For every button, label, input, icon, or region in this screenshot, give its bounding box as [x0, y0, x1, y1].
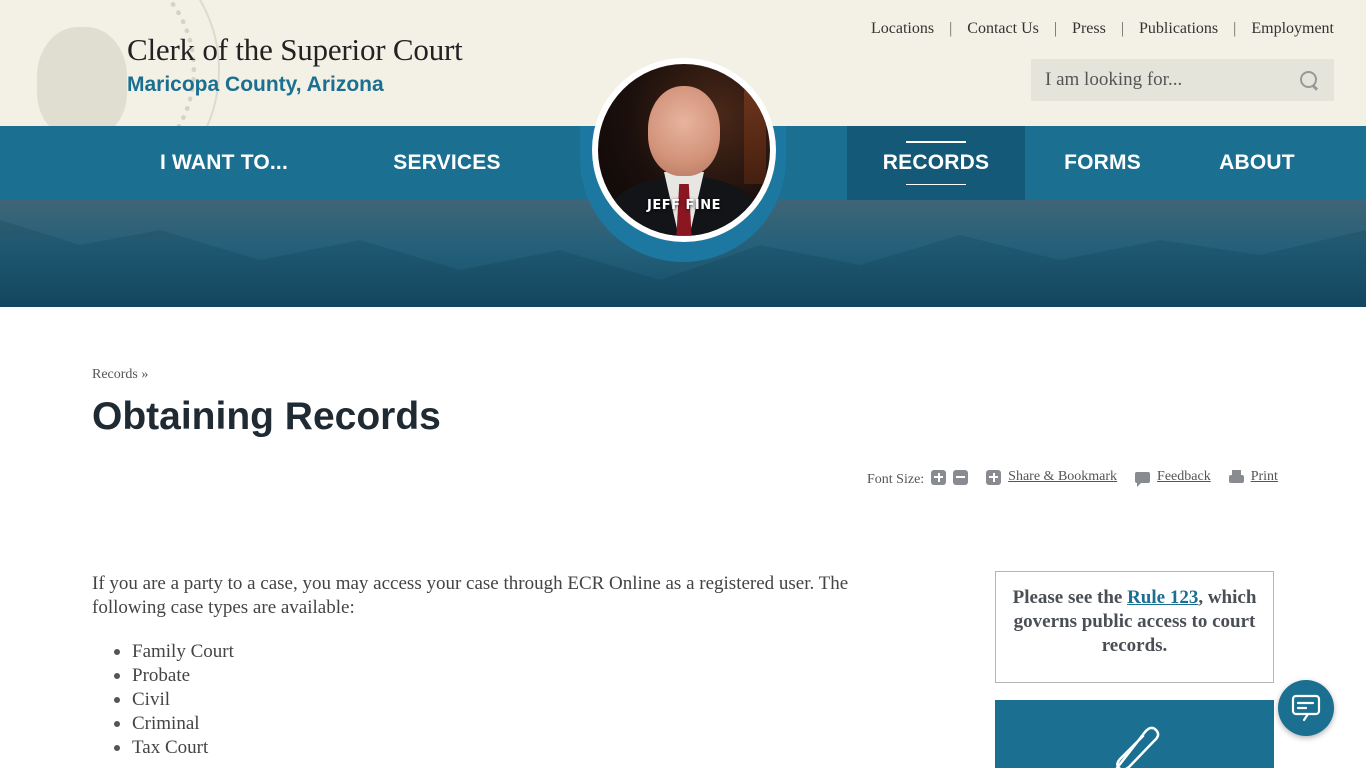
nav-item-i-want-to[interactable]: I WANT TO...	[124, 126, 324, 200]
comment-icon[interactable]	[1135, 471, 1151, 487]
feedback-group: Feedback	[1135, 469, 1211, 487]
documents-card[interactable]	[995, 700, 1274, 768]
utility-link-press[interactable]: Press	[1072, 20, 1106, 38]
list-item: Probate	[114, 664, 234, 688]
nav-item-records[interactable]: RECORDS	[847, 126, 1025, 200]
page-tools: Font Size: Share & Bookmark Feedback Pri…	[867, 466, 1278, 488]
list-item: Tax Court	[114, 736, 234, 760]
feedback-link[interactable]: Feedback	[1157, 469, 1211, 485]
print-link[interactable]: Print	[1251, 469, 1278, 485]
intro-paragraph: If you are a party to a case, you may ac…	[92, 573, 849, 618]
utility-separator: |	[1053, 20, 1058, 37]
page-title: Obtaining Records	[92, 395, 441, 438]
seal-portrait	[37, 27, 127, 126]
site-title[interactable]: Clerk of the Superior Court	[127, 32, 463, 68]
share-plus-icon[interactable]	[986, 469, 1002, 485]
search-icon[interactable]	[1298, 69, 1320, 91]
flag-shape	[744, 84, 766, 184]
paperclip-icon	[1115, 726, 1160, 768]
breadcrumb-separator: »	[141, 367, 149, 382]
printer-icon[interactable]	[1228, 470, 1244, 484]
nav-item-services[interactable]: SERVICES	[347, 126, 547, 200]
font-decrease-icon[interactable]	[953, 469, 969, 485]
utility-link-employment[interactable]: Employment	[1251, 20, 1334, 38]
list-item: Civil	[114, 688, 234, 712]
head-shape	[648, 86, 720, 176]
search-input[interactable]	[1045, 69, 1298, 91]
utility-separator: |	[1233, 20, 1237, 37]
utility-separator: |	[949, 20, 953, 37]
utility-link-contact-us[interactable]: Contact Us	[967, 20, 1039, 38]
breadcrumb-records[interactable]: Records	[92, 367, 138, 382]
list-item: Family Court	[114, 641, 234, 662]
share-bookmark-group: Share & Bookmark	[986, 469, 1117, 485]
font-size-label: Font Size:	[867, 472, 925, 487]
notice-prefix: Please see the	[1012, 587, 1128, 608]
list-item: Criminal	[114, 712, 234, 736]
clerk-name: JEFF FINE	[647, 198, 721, 213]
clerk-photo: JEFF FINE	[598, 64, 770, 236]
search-box	[1031, 59, 1334, 101]
nav-item-forms[interactable]: FORMS	[1025, 126, 1180, 200]
breadcrumb: Records »	[92, 367, 148, 383]
rule-notice-box: Please see the Rule 123, which governs p…	[995, 571, 1274, 683]
utility-separator: |	[1120, 20, 1125, 37]
share-bookmark-link[interactable]: Share & Bookmark	[1008, 469, 1117, 485]
clerk-portrait[interactable]: JEFF FINE	[592, 58, 776, 242]
print-group: Print	[1228, 469, 1278, 485]
case-type-list: Family Court Probate Civil Criminal Tax …	[114, 640, 234, 760]
chat-button[interactable]	[1278, 680, 1334, 736]
font-increase-icon[interactable]	[931, 469, 947, 485]
utility-link-publications[interactable]: Publications	[1139, 20, 1218, 38]
nav-item-about[interactable]: ABOUT	[1180, 126, 1334, 200]
utility-link-locations[interactable]: Locations	[871, 20, 934, 38]
site-subtitle[interactable]: Maricopa County, Arizona	[127, 73, 384, 97]
rule-123-link[interactable]: Rule 123	[1127, 587, 1198, 608]
utility-nav: Locations | Contact Us | Press | Publica…	[871, 20, 1334, 38]
chat-bubble-icon	[1291, 694, 1321, 722]
